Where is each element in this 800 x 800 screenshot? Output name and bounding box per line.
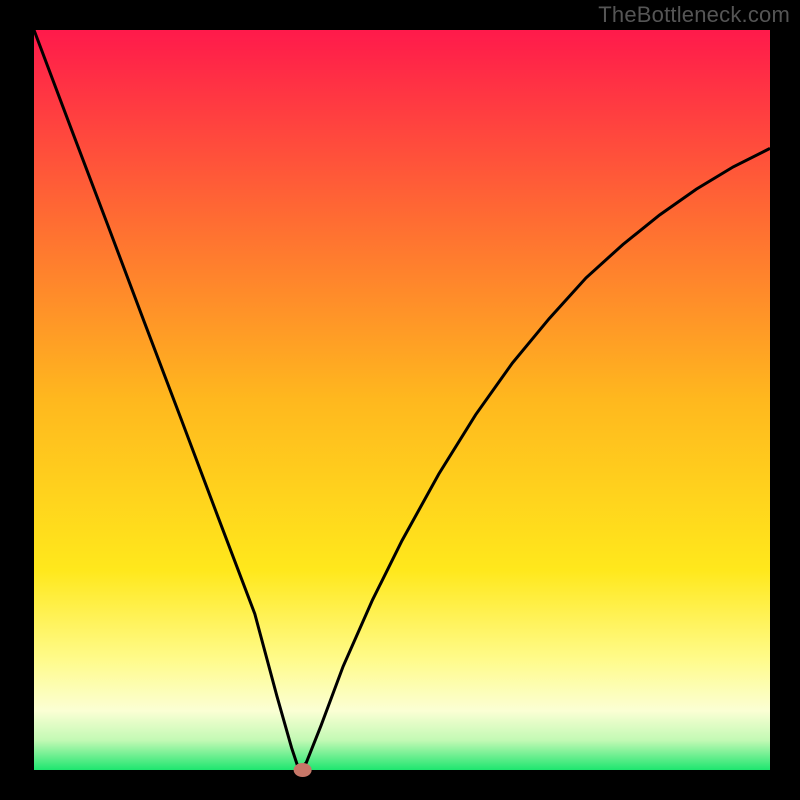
optimum-marker bbox=[294, 763, 312, 777]
chart-svg bbox=[0, 0, 800, 800]
chart-container: { "attribution": "TheBottleneck.com", "c… bbox=[0, 0, 800, 800]
plot-background bbox=[34, 30, 770, 770]
attribution-text: TheBottleneck.com bbox=[598, 2, 790, 28]
